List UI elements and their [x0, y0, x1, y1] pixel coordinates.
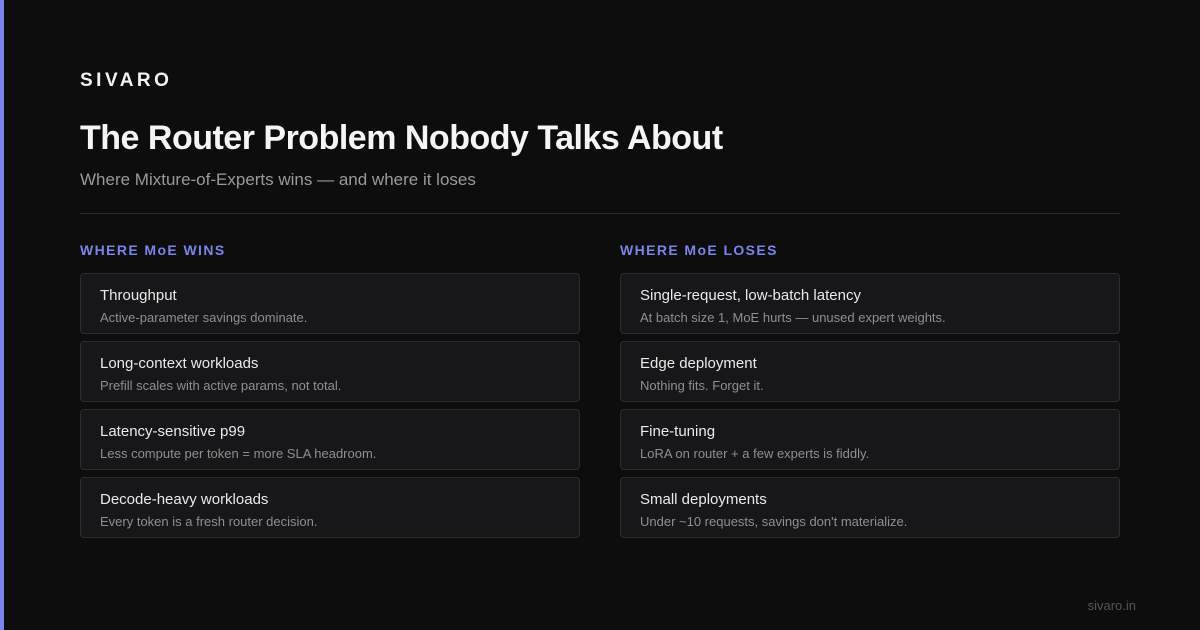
accent-bar — [0, 0, 4, 630]
card-title: Edge deployment — [640, 355, 757, 372]
page-subtitle: Where Mixture-of-Experts wins — and wher… — [80, 170, 476, 189]
card-title: Decode-heavy workloads — [100, 491, 269, 508]
wins-card: Latency-sensitive p99 Less compute per t… — [80, 409, 580, 470]
card-description: Every token is a fresh router decision. — [100, 514, 318, 529]
divider — [80, 213, 1120, 214]
brand-logo: SIVARO — [80, 70, 173, 91]
loses-column: WHERE MoE LOSES Single-request, low-batc… — [620, 240, 1120, 545]
card-description: Active-parameter savings dominate. — [100, 310, 308, 325]
card-title: Single-request, low-batch latency — [640, 287, 861, 304]
card-title: Long-context workloads — [100, 355, 259, 372]
card-description: At batch size 1, MoE hurts — unused expe… — [640, 310, 946, 325]
card-description: LoRA on router + a few experts is fiddly… — [640, 446, 870, 461]
wins-column: WHERE MoE WINS Throughput Active-paramet… — [80, 240, 580, 545]
card-description: Under ~10 requests, savings don't materi… — [640, 514, 908, 529]
loses-card: Single-request, low-batch latency At bat… — [620, 273, 1120, 334]
wins-card: Throughput Active-parameter savings domi… — [80, 273, 580, 334]
card-title: Small deployments — [640, 491, 767, 508]
loses-heading: WHERE MoE LOSES — [620, 242, 778, 258]
page-title: The Router Problem Nobody Talks About — [80, 119, 723, 157]
loses-card: Fine-tuning LoRA on router + a few exper… — [620, 409, 1120, 470]
card-description: Nothing fits. Forget it. — [640, 378, 764, 393]
loses-card: Edge deployment Nothing fits. Forget it. — [620, 341, 1120, 402]
card-title: Latency-sensitive p99 — [100, 423, 246, 440]
wins-heading: WHERE MoE WINS — [80, 242, 226, 258]
card-description: Prefill scales with active params, not t… — [100, 378, 342, 393]
wins-card: Long-context workloads Prefill scales wi… — [80, 341, 580, 402]
card-title: Throughput — [100, 287, 177, 304]
card-description: Less compute per token = more SLA headro… — [100, 446, 377, 461]
wins-card: Decode-heavy workloads Every token is a … — [80, 477, 580, 538]
card-title: Fine-tuning — [640, 423, 716, 440]
footer-url: sivaro.in — [1087, 598, 1136, 613]
loses-card: Small deployments Under ~10 requests, sa… — [620, 477, 1120, 538]
